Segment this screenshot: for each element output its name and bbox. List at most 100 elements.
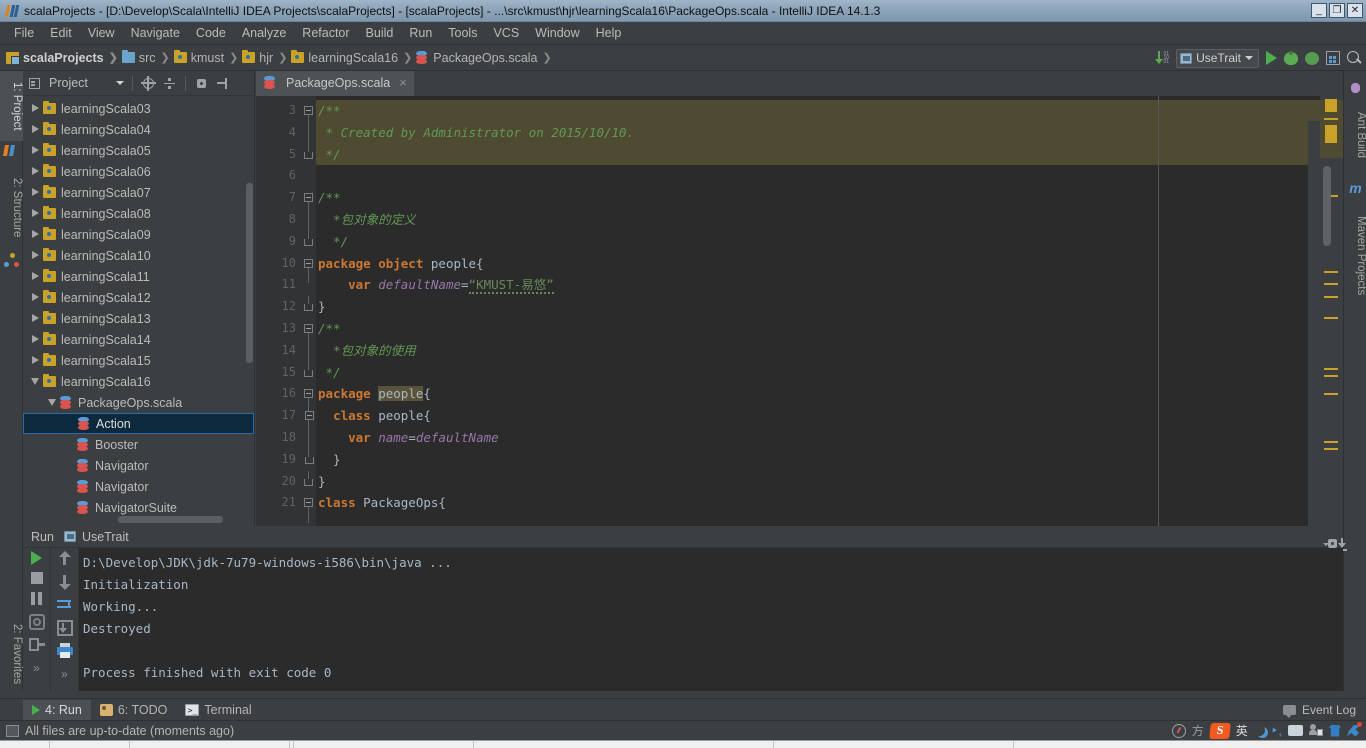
code-line[interactable]: * Created by Administrator on 2015/10/10… (316, 121, 1320, 144)
chevron-right-icon[interactable] (27, 103, 43, 114)
expand-more-icon[interactable]: » (29, 660, 45, 676)
chevron-right-icon[interactable] (27, 145, 43, 156)
menu-edit[interactable]: Edit (42, 24, 80, 42)
bottom-tab-terminal[interactable]: >_ Terminal (176, 700, 260, 720)
stop-icon[interactable] (30, 572, 43, 584)
menu-build[interactable]: Build (358, 24, 402, 42)
tree-node[interactable]: learningScala03 (23, 98, 254, 119)
sidebar-item-structure[interactable]: 2: Structure (0, 167, 23, 249)
menu-navigate[interactable]: Navigate (123, 24, 188, 42)
console-output[interactable]: D:\Develop\JDK\jdk-7u79-windows-i586\bin… (79, 548, 1343, 691)
taskbar-segment[interactable] (474, 740, 774, 748)
wrench-icon[interactable] (1347, 724, 1359, 737)
breadcrumb-item-project[interactable]: scalaProjects ❯ (6, 51, 122, 65)
project-tool-icon[interactable] (3, 143, 19, 158)
sidebar-item-project[interactable]: 1: Project (0, 71, 23, 141)
tree-node[interactable]: PackageOps.scala (23, 392, 254, 413)
error-marker[interactable] (1325, 99, 1337, 112)
menu-run[interactable]: Run (401, 24, 440, 42)
code-line[interactable]: package object people{ (316, 253, 1320, 275)
tree-node[interactable]: learningScala06 (23, 161, 254, 182)
keyboard-icon[interactable] (1288, 725, 1303, 736)
code-line[interactable]: } (316, 471, 1320, 493)
tree-node[interactable]: learningScala10 (23, 245, 254, 266)
chevron-down-icon[interactable] (27, 377, 43, 387)
fold-end-icon[interactable] (304, 151, 313, 159)
menu-vcs[interactable]: VCS (485, 24, 527, 42)
ant-icon[interactable] (1348, 81, 1363, 96)
tree-node[interactable]: learningScala15 (23, 350, 254, 371)
editor-marker-strip[interactable] (1320, 71, 1343, 526)
coverage-icon[interactable] (1305, 51, 1319, 65)
chevron-right-icon[interactable] (27, 166, 43, 177)
code-line[interactable] (316, 165, 1320, 187)
moon-icon[interactable] (1254, 725, 1265, 736)
sogou-icon[interactable]: S (1208, 722, 1231, 739)
gauge-icon[interactable] (1171, 723, 1186, 738)
pause-icon[interactable] (29, 591, 45, 607)
sidebar-item-favorites[interactable]: 2: Favorites (0, 611, 23, 697)
structure-tool-icon[interactable] (4, 253, 19, 268)
breadcrumb-item-kmust[interactable]: kmust ❯ (173, 50, 243, 65)
fold-end-icon[interactable] (304, 478, 313, 486)
debug-icon[interactable] (1284, 50, 1298, 65)
code-line[interactable]: */ (316, 143, 1320, 166)
collapse-target-icon[interactable] (140, 75, 156, 91)
editor-vertical-scrollbar[interactable] (1323, 166, 1331, 246)
sidebar-item-ant-build[interactable]: Ant Build (1344, 99, 1366, 171)
event-log-label[interactable]: Event Log (1302, 703, 1356, 717)
menu-analyze[interactable]: Analyze (234, 24, 294, 42)
chevron-right-icon[interactable] (27, 208, 43, 219)
project-tree-vertical-scrollbar[interactable] (246, 183, 253, 363)
fold-end-icon[interactable] (305, 456, 314, 464)
run-icon[interactable] (1266, 51, 1277, 65)
project-tree-horizontal-scrollbar[interactable] (118, 516, 223, 523)
tree-node[interactable]: Navigator (23, 455, 254, 476)
menu-tools[interactable]: Tools (440, 24, 485, 42)
chevron-right-icon[interactable] (27, 187, 43, 198)
close-button[interactable]: ✕ (1347, 3, 1363, 18)
tree-node[interactable]: learningScala13 (23, 308, 254, 329)
menu-code[interactable]: Code (188, 24, 234, 42)
run-configuration-selector[interactable]: UseTrait (1176, 48, 1259, 68)
scroll-up-icon[interactable] (57, 551, 73, 567)
scroll-down-icon[interactable] (57, 574, 73, 590)
breadcrumb-item-packageops[interactable]: PackageOps.scala ❯ (416, 51, 555, 65)
soft-wrap-icon[interactable] (56, 597, 73, 613)
fold-collapse-icon[interactable] (304, 324, 313, 333)
maven-icon[interactable]: m (1348, 181, 1363, 196)
taskbar-segment[interactable] (0, 740, 50, 748)
export-icon[interactable] (56, 620, 73, 636)
restore-layout-icon[interactable] (28, 637, 45, 653)
code-line[interactable]: var defaultName=“KMUST-易悠” (316, 274, 1320, 296)
close-icon[interactable]: × (399, 75, 407, 90)
project-tree[interactable]: learningScala03 learningScala04 learningSc… (23, 96, 254, 526)
taskbar-segment[interactable] (130, 740, 290, 748)
fold-collapse-icon[interactable] (305, 411, 314, 421)
editor-scroll-track[interactable] (1308, 121, 1320, 526)
warning-marker[interactable] (1325, 125, 1337, 143)
chevron-right-icon[interactable] (27, 271, 43, 282)
code-text[interactable]: /** * Created by Administrator on 2015/1… (316, 96, 1320, 526)
code-line[interactable]: /** (316, 100, 1320, 122)
code-line[interactable]: class people{ (316, 405, 1320, 427)
tree-node[interactable]: learningScala07 (23, 182, 254, 203)
code-line[interactable]: } (316, 449, 1320, 471)
minimize-button[interactable]: _ (1311, 3, 1327, 18)
taskbar-segment[interactable] (774, 740, 1014, 748)
bottom-tab-todo[interactable]: 6: TODO (91, 700, 177, 720)
code-line[interactable]: /** (316, 318, 1320, 340)
code-line[interactable]: /** (316, 187, 1320, 209)
fold-collapse-icon[interactable] (304, 389, 313, 399)
dump-threads-icon[interactable] (28, 614, 45, 630)
chevron-right-icon[interactable] (27, 124, 43, 135)
taskbar-segment[interactable] (50, 740, 130, 748)
code-line[interactable]: */ (316, 362, 1320, 384)
tree-node[interactable]: learningScala04 (23, 119, 254, 140)
chevron-right-icon[interactable] (27, 313, 43, 324)
fold-end-icon[interactable] (304, 369, 313, 377)
tree-node[interactable]: learningScala09 (23, 224, 254, 245)
tree-node[interactable]: learningScala12 (23, 287, 254, 308)
download-updates-icon[interactable]: 01 10 01 (1155, 51, 1169, 65)
editor-tab-packageops[interactable]: PackageOps.scala × (256, 71, 414, 96)
